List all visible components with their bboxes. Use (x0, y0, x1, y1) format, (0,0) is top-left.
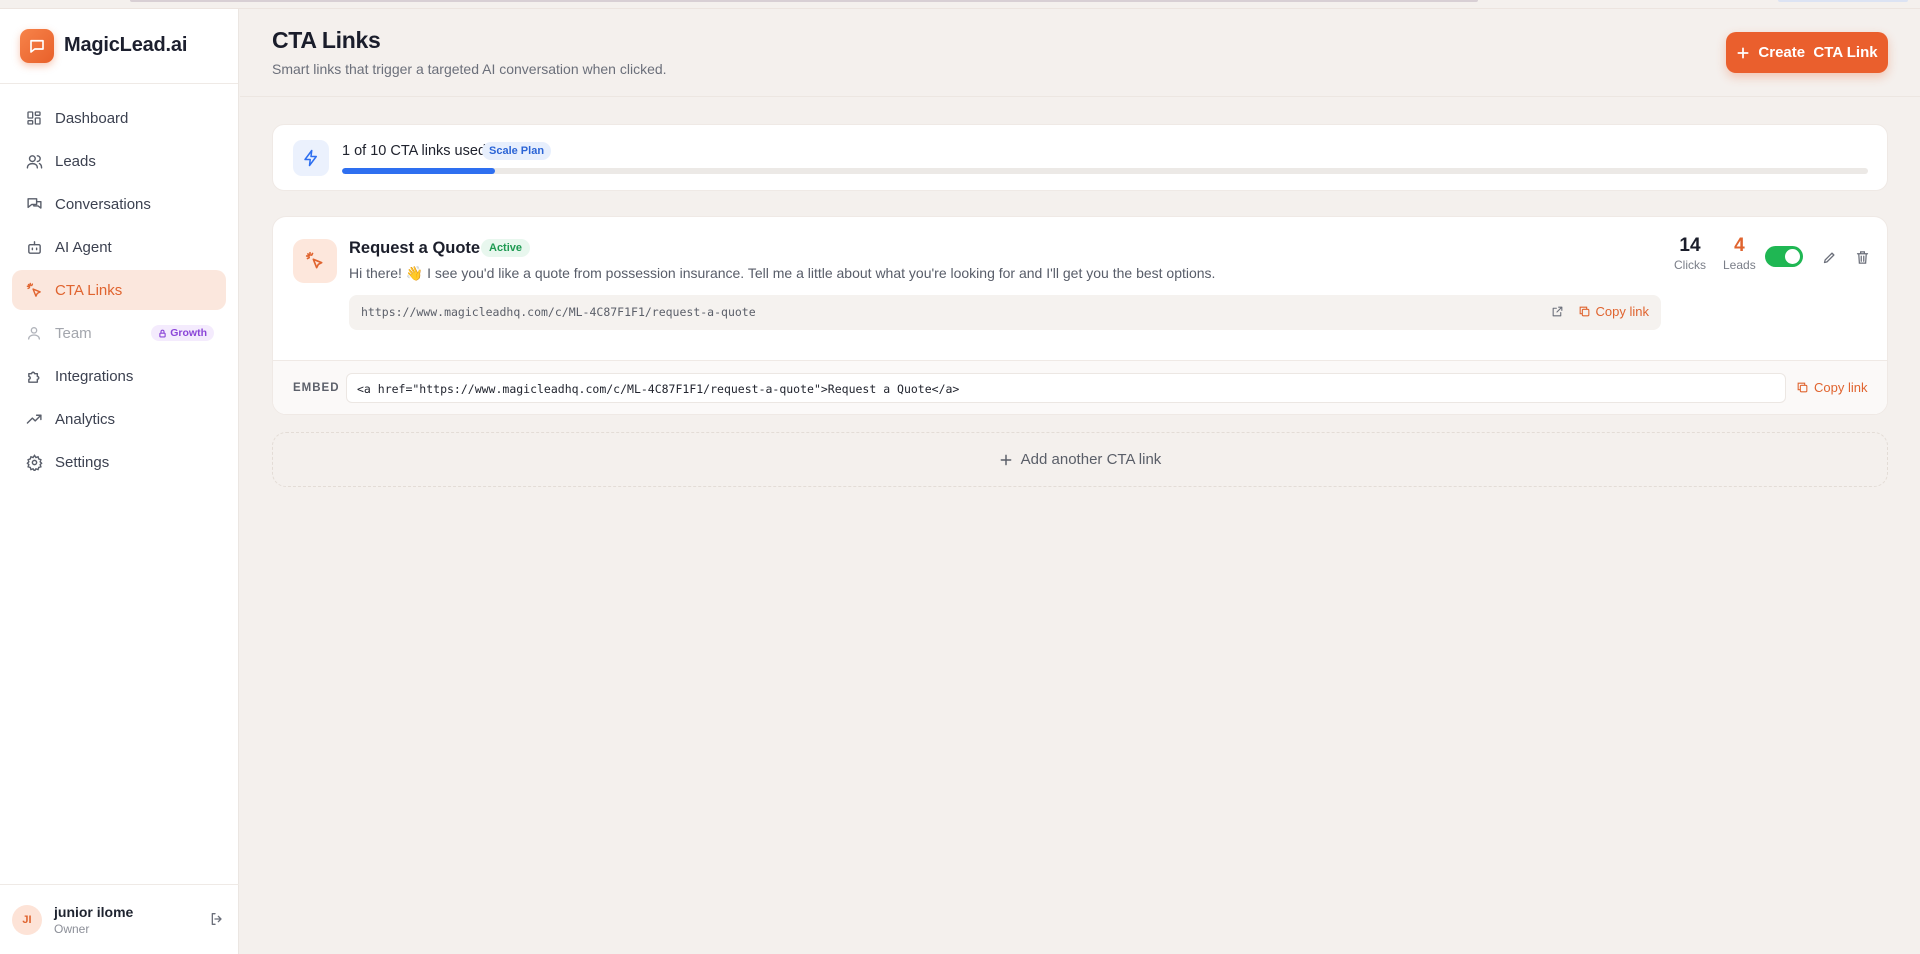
copy-icon (1579, 306, 1589, 317)
active-toggle[interactable] (1765, 246, 1803, 267)
sidebar-item-cta-links[interactable]: CTA Links (12, 270, 226, 310)
copy-icon (1797, 382, 1808, 393)
growth-plan-badge: Growth (151, 325, 214, 341)
leads-label: Leads (1723, 258, 1756, 272)
sidebar-item-settings[interactable]: Settings (12, 442, 226, 482)
toggle-knob (1785, 249, 1800, 264)
sidebar-item-label: Leads (55, 152, 96, 170)
status-badge: Active (481, 239, 531, 257)
cta-message: Hi there! 👋 I see you'd like a quote fro… (349, 265, 1216, 281)
sidebar-item-label: Settings (55, 453, 110, 471)
embed-label: EMBED (293, 382, 340, 394)
sidebar-item-label: CTA Links (55, 281, 123, 299)
page-title: CTA Links (272, 27, 381, 53)
embed-row: EMBED <a href="https://www.magicleadhq.c… (273, 360, 1887, 414)
sidebar-item-label: Dashboard (55, 109, 129, 127)
user-info: junior ilome Owner (54, 904, 133, 936)
top-strip-bar (130, 0, 1478, 2)
page-header: CTA Links Smart links that trigger a tar… (240, 9, 1920, 97)
pointer-click-icon (25, 281, 43, 299)
sidebar: MagicLead.ai Dashboard Leads Conversatio… (0, 0, 239, 954)
trend-up-icon (25, 410, 43, 428)
usage-progress-fill (342, 168, 495, 174)
copy-embed-label: Copy link (1814, 380, 1868, 395)
chat-bubbles-icon (25, 195, 43, 213)
clicks-stat: 14 Clicks (1674, 235, 1706, 272)
pencil-icon[interactable] (1819, 247, 1839, 267)
user-profile[interactable]: JI junior ilome Owner (0, 884, 239, 954)
logout-icon[interactable] (209, 911, 227, 929)
plus-icon (1737, 46, 1749, 59)
sidebar-item-label: Analytics (55, 410, 116, 428)
copy-url-button[interactable]: Copy link (1578, 304, 1649, 319)
create-button-label: Create CTA Link (1758, 44, 1878, 61)
users-icon (25, 152, 43, 170)
user-name: junior ilome (54, 903, 134, 920)
usage-card: 1 of 10 CTA links used Scale Plan (272, 124, 1888, 191)
sidebar-nav: Dashboard Leads Conversations AI Agent C… (0, 84, 238, 482)
avatar: JI (12, 904, 42, 935)
copy-embed-button[interactable]: Copy link (1796, 380, 1867, 395)
brand[interactable]: MagicLead.ai (0, 0, 238, 84)
add-cta-label: Add another CTA link (1020, 451, 1162, 468)
plan-badge: Scale Plan (482, 142, 552, 160)
sidebar-item-integrations[interactable]: Integrations (12, 356, 226, 396)
copy-link-label: Copy link (1595, 304, 1649, 319)
robot-icon (25, 238, 43, 256)
add-cta-link-button[interactable]: Add another CTA link (272, 432, 1888, 487)
top-strip-bar-right (1778, 0, 1908, 2)
user-icon (25, 324, 43, 342)
plus-icon (1000, 454, 1012, 465)
trash-icon[interactable] (1852, 247, 1872, 267)
gear-icon (25, 453, 43, 471)
clicks-count: 14 (1679, 235, 1701, 256)
sidebar-item-conversations[interactable]: Conversations (12, 184, 226, 224)
brand-name: MagicLead.ai (64, 34, 188, 56)
sidebar-item-label: AI Agent (55, 238, 112, 256)
grid-icon (25, 109, 43, 127)
sidebar-item-analytics[interactable]: Analytics (12, 399, 226, 439)
sidebar-item-label: Team (55, 324, 92, 342)
usage-text: 1 of 10 CTA links used (342, 143, 487, 159)
create-cta-link-button[interactable]: Create CTA Link (1726, 32, 1888, 73)
pointer-click-icon (293, 239, 337, 283)
embed-code: <a href="https://www.magicleadhq.com/c/M… (357, 382, 960, 396)
sidebar-item-label: Conversations (55, 195, 151, 213)
leads-stat: 4 Leads (1723, 235, 1756, 272)
clicks-label: Clicks (1674, 258, 1706, 272)
puzzle-icon (25, 367, 43, 385)
browser-top-strip (0, 0, 1920, 9)
page-subtitle: Smart links that trigger a targeted AI c… (272, 61, 667, 77)
embed-code-box[interactable]: <a href="https://www.magicleadhq.com/c/M… (346, 373, 1786, 403)
cta-url-box: https://www.magicleadhq.com/c/ML-4C87F1F… (349, 295, 1661, 330)
sidebar-item-ai-agent[interactable]: AI Agent (12, 227, 226, 267)
sidebar-item-leads[interactable]: Leads (12, 141, 226, 181)
lock-icon (159, 329, 166, 337)
usage-progress-bar (342, 168, 1868, 174)
chat-logo-icon (20, 28, 54, 63)
cta-url[interactable]: https://www.magicleadhq.com/c/ML-4C87F1F… (361, 305, 756, 319)
sidebar-item-label: Integrations (55, 367, 134, 385)
cta-name: Request a Quote (349, 239, 481, 257)
cta-link-card: Request a Quote Active Hi there! 👋 I see… (272, 216, 1888, 415)
sidebar-item-dashboard[interactable]: Dashboard (12, 98, 226, 138)
leads-count: 4 (1734, 235, 1745, 256)
sidebar-item-team[interactable]: Team Growth (12, 313, 226, 353)
user-role: Owner (54, 921, 90, 936)
lightning-icon (293, 140, 329, 176)
external-link-icon[interactable] (1551, 305, 1565, 319)
growth-badge-label: Growth (170, 327, 207, 339)
